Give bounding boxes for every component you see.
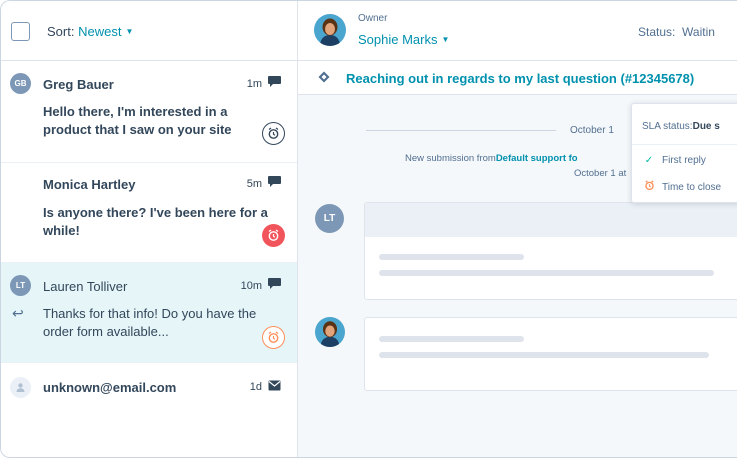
time-ago: 1m [246, 78, 262, 90]
ticket-header: Owner Sophie Marks ▼ Status: Waitin [298, 1, 737, 61]
sort-dropdown[interactable]: Sort: Newest ▼ [47, 24, 133, 39]
caret-down-icon: ▼ [125, 27, 134, 36]
conversation-item-unknown[interactable]: unknown@email.com 1d [1, 363, 297, 413]
person-icon [10, 377, 31, 398]
sla-row-label: Time to close [662, 182, 722, 193]
chat-icon [268, 76, 281, 87]
sla-row-time-to-close: Time to close [642, 180, 721, 193]
status-label: Status: [638, 25, 676, 39]
select-all-checkbox[interactable] [11, 22, 30, 41]
time-ago: 10m [240, 280, 262, 292]
ticket-diamond-icon [318, 71, 330, 83]
subject-bar: Reaching out in regards to my last quest… [298, 61, 737, 95]
avatar: GB [10, 73, 31, 94]
placeholder-line [379, 352, 709, 358]
date-divider [366, 130, 556, 131]
sla-status-popover: SLA status:Due s ✓ First reply Time to cl… [631, 103, 737, 203]
contact-name: Lauren Tolliver [43, 279, 128, 294]
owner-dropdown[interactable]: Sophie Marks ▼ [358, 32, 449, 47]
checkmark-icon: ✓ [644, 155, 654, 166]
ticket-panel: Owner Sophie Marks ▼ Status: Waitin Reach… [298, 1, 737, 457]
chat-icon [268, 278, 281, 289]
sla-row-first-reply: ✓ First reply [642, 155, 706, 166]
conversation-item-monica[interactable]: Monica Hartley 5m Is anyone there? I've … [1, 163, 297, 263]
sla-status-label: SLA status: [642, 121, 693, 132]
submission-prefix: New submission from [405, 153, 496, 164]
sla-overdue-icon [262, 224, 285, 247]
message-card-header [365, 203, 737, 237]
alarm-clock-icon [642, 180, 656, 193]
conversation-item-lauren[interactable]: LT Lauren Tolliver 10m ↩ Thanks for that… [1, 263, 297, 363]
conversation-list: Sort: Newest ▼ GB Greg Bauer 1m Hello the… [1, 1, 298, 457]
placeholder-line [379, 336, 524, 342]
status-field[interactable]: Status: Waitin [638, 25, 715, 39]
time-ago: 5m [246, 178, 262, 190]
avatar: LT [10, 275, 31, 296]
submission-info: New submission fromDefault support fo [405, 153, 578, 164]
owner-label: Owner [358, 13, 388, 24]
caret-down-icon: ▼ [441, 35, 450, 44]
message-card [364, 202, 737, 300]
reply-arrow-icon: ↩ [12, 305, 24, 321]
ticket-subject[interactable]: Reaching out in regards to my last quest… [346, 71, 694, 86]
conversation-item-greg[interactable]: GB Greg Bauer 1m Hello there, I'm intere… [1, 61, 297, 163]
contact-name: unknown@email.com [43, 380, 177, 395]
list-header: Sort: Newest ▼ [1, 1, 297, 61]
sla-status-title: SLA status:Due s [642, 121, 720, 132]
popover-divider [632, 144, 737, 145]
sla-row-label: First reply [662, 155, 706, 166]
sort-label: Sort: [47, 24, 75, 39]
placeholder-line [379, 270, 714, 276]
message-preview: Hello there, I'm interested in a product… [43, 104, 232, 137]
agent-avatar [315, 317, 345, 347]
submission-source-link[interactable]: Default support fo [496, 153, 578, 164]
date-label: October 1 [570, 125, 614, 136]
sort-value: Newest [78, 24, 122, 39]
status-value: Waitin [682, 25, 715, 39]
sla-warning-icon [262, 326, 285, 349]
placeholder-line [379, 254, 524, 260]
time-ago: 1d [249, 381, 262, 393]
sla-clock-icon [262, 122, 285, 145]
contact-name: Greg Bauer [43, 77, 114, 92]
sla-status-value: Due s [692, 121, 720, 132]
submission-date: October 1 at [574, 168, 627, 179]
message-preview: Is anyone there? I've been here for a wh… [43, 205, 268, 238]
owner-avatar [314, 14, 346, 46]
contact-name: Monica Hartley [43, 177, 136, 192]
owner-name: Sophie Marks [358, 32, 438, 47]
chat-icon [268, 176, 281, 187]
email-icon [268, 380, 281, 391]
message-preview: Thanks for that info! Do you have the or… [43, 306, 257, 339]
sender-avatar: LT [315, 204, 344, 233]
inbox-window: Sort: Newest ▼ GB Greg Bauer 1m Hello the… [0, 0, 737, 458]
reply-card [364, 317, 737, 391]
